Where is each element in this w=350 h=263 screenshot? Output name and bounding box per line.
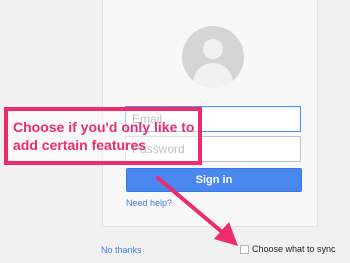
annotation-arrow-icon [156,176,238,246]
